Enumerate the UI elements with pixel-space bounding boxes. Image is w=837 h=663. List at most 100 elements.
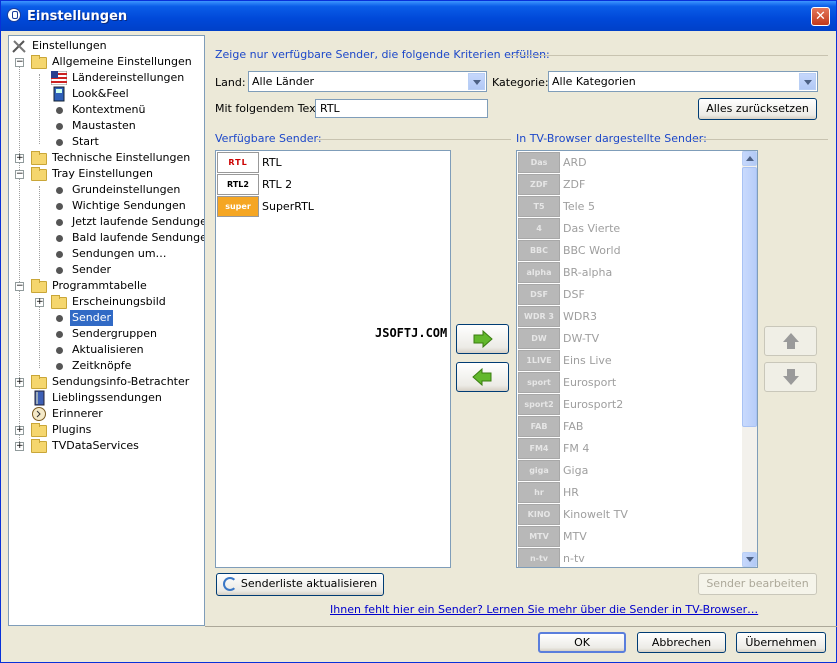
tree-node[interactable]: − Allgemeine Einstellungen	[9, 54, 204, 70]
list-item[interactable]: Tele 5	[563, 197, 595, 216]
list-item[interactable]: ZDF	[563, 175, 585, 194]
tree-node-label: Wichtige Sendungen	[72, 199, 186, 212]
title-bar[interactable]: Einstellungen ✕	[1, 1, 836, 31]
expand-icon[interactable]: +	[15, 378, 24, 387]
list-item[interactable]: Eins Live	[563, 351, 612, 370]
kategorie-select[interactable]: Alle Kategorien	[548, 71, 818, 92]
scroll-down-button[interactable]	[742, 552, 757, 567]
heading-divider	[317, 139, 511, 140]
refresh-list-button[interactable]: Senderliste aktualisieren	[216, 573, 384, 596]
bullet-icon	[56, 203, 63, 210]
tree-node[interactable]: Lieblingssendungen	[9, 390, 204, 406]
tree-node[interactable]: + Sendungsinfo-Betrachter	[9, 374, 204, 390]
list-item[interactable]: Eurosport	[563, 373, 616, 392]
tools-icon	[11, 38, 27, 54]
list-item[interactable]: FAB	[563, 417, 583, 436]
tree-node[interactable]: + Plugins	[9, 422, 204, 438]
apply-button[interactable]: Übernehmen	[736, 632, 826, 653]
tree-node[interactable]: Zeitknöpfe	[9, 358, 204, 374]
tree-node-label: Programmtabelle	[52, 279, 147, 292]
tree-node[interactable]: Kontextmenü	[9, 102, 204, 118]
ok-button[interactable]: OK	[538, 632, 626, 653]
tree-node[interactable]: − Programmtabelle	[9, 278, 204, 294]
settings-tree[interactable]: Einstellungen − Allgemeine Einstellungen Lä…	[8, 35, 205, 626]
help-link[interactable]: Ihnen fehlt hier ein Sender? Lernen Sie …	[330, 603, 758, 616]
list-item[interactable]: Giga	[563, 461, 588, 480]
refresh-list-label: Senderliste aktualisieren	[240, 577, 378, 590]
scroll-thumb[interactable]	[742, 167, 757, 427]
list-item[interactable]: WDR3	[563, 307, 597, 326]
reset-all-button[interactable]: Alles zurücksetzen	[698, 98, 817, 120]
channel-logo: super	[217, 196, 259, 217]
shown-channel-list[interactable]: Das ErsteARDZDFZDFT5Tele 54Das VierteBBC…	[516, 150, 758, 568]
tree-node[interactable]: + Erscheinungsbild	[9, 294, 204, 310]
shown-list-scrollbar[interactable]	[742, 151, 757, 567]
tree-node[interactable]: Sendergruppen	[9, 326, 204, 342]
tree-node[interactable]: Sendungen um…	[9, 246, 204, 262]
list-item[interactable]: DSF	[563, 285, 585, 304]
scroll-up-button[interactable]	[742, 151, 757, 166]
list-item[interactable]: Das Vierte	[563, 219, 620, 238]
list-item[interactable]: SuperRTL	[262, 197, 314, 216]
land-select[interactable]: Alle Länder	[248, 71, 487, 92]
move-down-button[interactable]	[764, 362, 817, 392]
bullet-icon	[56, 363, 63, 370]
list-item[interactable]: DW-TV	[563, 329, 599, 348]
tree-node-label: Einstellungen	[32, 39, 107, 52]
close-button[interactable]: ✕	[811, 7, 830, 26]
available-channel-list[interactable]: RTL RTL RTL2 RTL 2 super SuperRTL	[215, 150, 451, 568]
text-filter-input[interactable]: RTL	[315, 99, 488, 118]
tree-node[interactable]: Ländereinstellungen	[9, 70, 204, 86]
tree-node[interactable]: Look&Feel	[9, 86, 204, 102]
tree-node-label: Ländereinstellungen	[72, 71, 185, 84]
tree-node-label: Aktualisieren	[72, 343, 144, 356]
tree-node[interactable]: Einstellungen	[9, 38, 204, 54]
channel-logo: T5	[518, 196, 560, 217]
tree-node-label: Allgemeine Einstellungen	[52, 55, 192, 68]
list-item[interactable]: BBC World	[563, 241, 621, 260]
arrow-left-icon	[472, 367, 492, 387]
list-item[interactable]: RTL	[262, 153, 282, 172]
tree-node[interactable]: − Tray Einstellungen	[9, 166, 204, 182]
tree-node[interactable]: Sender	[9, 310, 204, 326]
reminder-icon	[31, 406, 47, 422]
bookmark-icon	[31, 390, 47, 406]
tree-node[interactable]: Sender	[9, 262, 204, 278]
tree-node[interactable]: Maustasten	[9, 118, 204, 134]
expand-icon[interactable]: +	[35, 298, 44, 307]
tree-node[interactable]: + Technische Einstellungen	[9, 150, 204, 166]
channel-logo: FM4	[518, 438, 560, 459]
tree-node[interactable]: Bald laufende Sendungen	[9, 230, 204, 246]
tree-node-label: Sender	[72, 263, 111, 276]
list-item[interactable]: Kinowelt TV	[563, 505, 628, 524]
tree-node[interactable]: Grundeinstellungen	[9, 182, 204, 198]
add-channel-button[interactable]	[456, 324, 509, 354]
edit-channel-button[interactable]: Sender bearbeiten	[698, 573, 817, 595]
tree-node[interactable]: Aktualisieren	[9, 342, 204, 358]
collapse-icon[interactable]: −	[15, 170, 24, 179]
collapse-icon[interactable]: −	[15, 282, 24, 291]
tree-node[interactable]: + TVDataServices	[9, 438, 204, 454]
list-item[interactable]: BR-alpha	[563, 263, 612, 282]
list-item[interactable]: RTL 2	[262, 175, 292, 194]
channel-logo: alpha	[518, 262, 560, 283]
chevron-down-icon[interactable]	[799, 73, 816, 90]
tree-node[interactable]: Start	[9, 134, 204, 150]
move-up-button[interactable]	[764, 326, 817, 356]
expand-icon[interactable]: +	[15, 154, 24, 163]
collapse-icon[interactable]: −	[15, 58, 24, 67]
expand-icon[interactable]: +	[15, 426, 24, 435]
list-item[interactable]: HR	[563, 483, 579, 502]
cancel-button[interactable]: Abbrechen	[637, 632, 726, 653]
list-item[interactable]: Eurosport2	[563, 395, 623, 414]
tree-node[interactable]: Jetzt laufende Sendungen	[9, 214, 204, 230]
remove-channel-button[interactable]	[456, 362, 509, 392]
list-item[interactable]: n-tv	[563, 549, 585, 567]
list-item[interactable]: FM 4	[563, 439, 589, 458]
expand-icon[interactable]: +	[15, 442, 24, 451]
list-item[interactable]: MTV	[563, 527, 587, 546]
tree-node[interactable]: Wichtige Sendungen	[9, 198, 204, 214]
chevron-down-icon[interactable]	[468, 73, 485, 90]
list-item[interactable]: ARD	[563, 153, 587, 172]
tree-node[interactable]: Erinnerer	[9, 406, 204, 422]
